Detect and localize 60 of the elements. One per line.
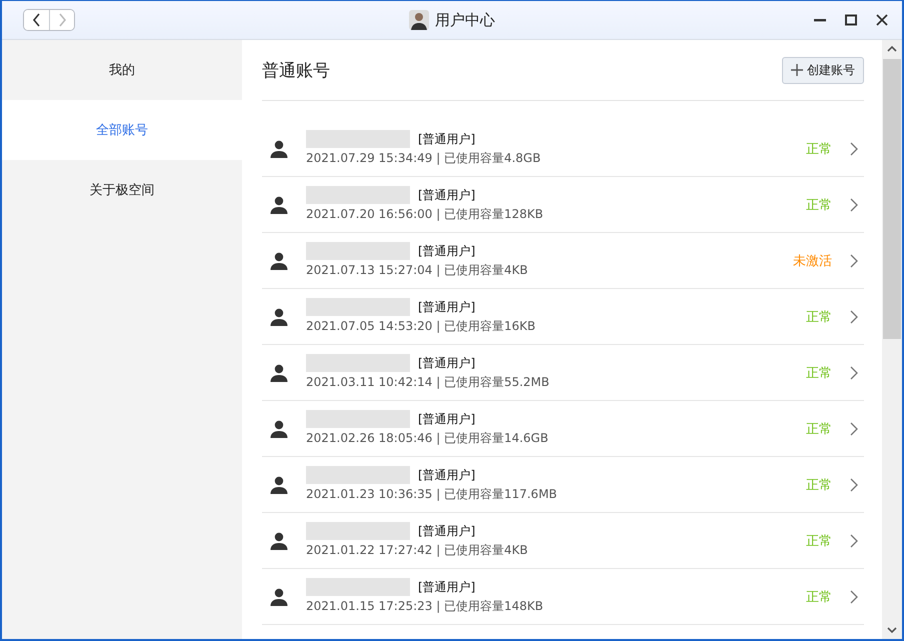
- avatar-icon: [409, 10, 429, 30]
- chevron-left-icon: [32, 13, 42, 27]
- user-icon: [270, 196, 288, 214]
- chevron-right-icon[interactable]: [850, 310, 858, 324]
- account-status: 正常: [806, 420, 832, 438]
- account-status: 未激活: [793, 252, 832, 270]
- account-status: 正常: [806, 196, 832, 214]
- account-status: 正常: [806, 308, 832, 326]
- user-icon: [270, 420, 288, 438]
- chevron-right-icon[interactable]: [850, 142, 858, 156]
- user-icon: [270, 364, 288, 382]
- chevron-right-icon[interactable]: [850, 254, 858, 268]
- chevron-right-icon[interactable]: [850, 534, 858, 548]
- account-info: 2021.07.29 15:34:49 | 已使用容量4.8GB: [306, 150, 542, 167]
- chevron-right-icon: [57, 13, 67, 27]
- account-status: 正常: [806, 588, 832, 606]
- account-role: [普通用户]: [418, 354, 476, 372]
- maximize-icon[interactable]: [845, 14, 857, 26]
- account-role: [普通用户]: [418, 298, 476, 316]
- chevron-right-icon[interactable]: [850, 366, 858, 380]
- user-icon: [270, 252, 288, 270]
- create-account-button[interactable]: 创建账号: [782, 56, 864, 84]
- account-info: 2021.07.20 16:56:00 | 已使用容量128KB: [306, 206, 544, 223]
- account-info: 2021.07.13 15:27:04 | 已使用容量4KB: [306, 262, 529, 279]
- scroll-up-icon[interactable]: [887, 45, 897, 53]
- account-role: [普通用户]: [418, 186, 476, 204]
- user-icon: [270, 588, 288, 606]
- account-role: [普通用户]: [418, 466, 476, 484]
- account-status: 正常: [806, 140, 832, 158]
- scrollbar[interactable]: [882, 40, 902, 639]
- plus-icon: [791, 64, 803, 76]
- scroll-down-icon[interactable]: [887, 626, 897, 634]
- account-role: [普通用户]: [418, 522, 476, 540]
- account-info: 2021.01.15 17:25:23 | 已使用容量148KB: [306, 598, 544, 615]
- account-info: 2021.02.26 18:05:46 | 已使用容量14.6GB: [306, 430, 550, 447]
- chevron-right-icon[interactable]: [850, 590, 858, 604]
- window-title: 用户中心: [435, 10, 495, 30]
- account-role: [普通用户]: [418, 130, 476, 148]
- account-info: 2021.07.05 14:53:20 | 已使用容量16KB: [306, 318, 536, 335]
- sidebar-item[interactable]: 全部账号: [2, 100, 242, 160]
- account-info: 2021.01.23 10:36:35 | 已使用容量117.6MB: [306, 486, 558, 503]
- account-info: 2021.01.22 17:27:42 | 已使用容量4KB: [306, 542, 529, 559]
- sidebar-item[interactable]: 我的: [2, 40, 242, 100]
- account-status: 正常: [806, 476, 832, 494]
- account-role: [普通用户]: [418, 242, 476, 260]
- section-heading: 普通账号: [262, 60, 330, 82]
- account-status: 正常: [806, 532, 832, 550]
- sidebar-item[interactable]: 关于极空间: [2, 160, 242, 220]
- account-info: 2021.03.11 10:42:14 | 已使用容量55.2MB: [306, 374, 550, 391]
- account-status: 正常: [806, 364, 832, 382]
- user-icon: [270, 308, 288, 326]
- account-role: [普通用户]: [418, 410, 476, 428]
- user-icon: [270, 140, 288, 158]
- account-role: [普通用户]: [418, 578, 476, 596]
- user-icon: [270, 476, 288, 494]
- chevron-right-icon[interactable]: [850, 478, 858, 492]
- chevron-right-icon[interactable]: [850, 198, 858, 212]
- user-icon: [270, 532, 288, 550]
- chevron-right-icon[interactable]: [850, 422, 858, 436]
- close-icon[interactable]: [876, 14, 888, 26]
